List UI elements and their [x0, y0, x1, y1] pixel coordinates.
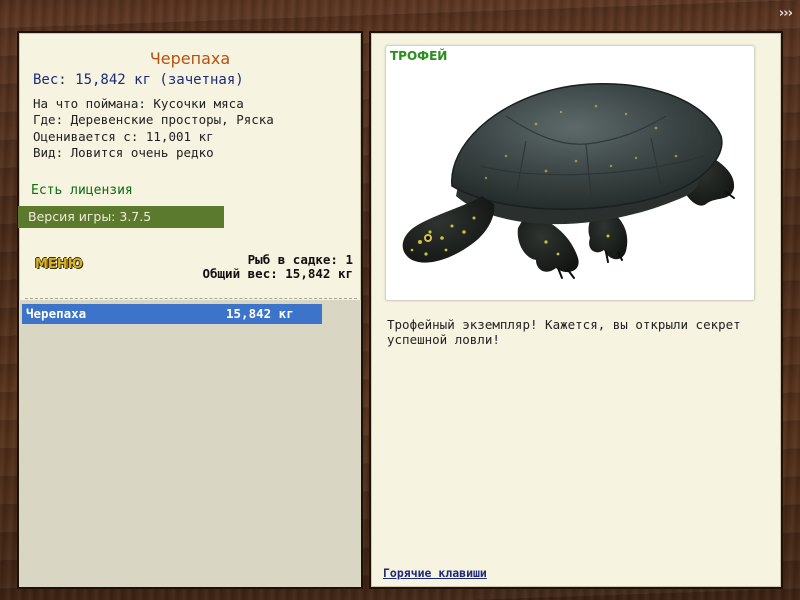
license-status: Есть лицензия: [31, 183, 133, 198]
version-bar: Версия игры: 3.7.5: [18, 206, 224, 228]
bait-info: На что поймана: Кусочки мяса: [33, 96, 244, 111]
menu-button[interactable]: МЕНЮ: [35, 257, 83, 272]
list-item-name: Черепаха: [26, 306, 87, 321]
rarity-info: Вид: Ловится очень редко: [33, 144, 214, 160]
min-weight-info: Оценивается с: 11,001 кг: [33, 128, 214, 144]
hotkeys-link[interactable]: Горячие клавиши: [383, 566, 487, 580]
turtle-image: [402, 83, 735, 279]
catch-info-panel: Черепаха Вес: 15,842 кг (зачетная) На чт…: [17, 31, 363, 589]
trophy-panel: ТРОФЕЙ Трофейный экземпляр! Кажется, вы …: [369, 31, 783, 589]
cage-list[interactable]: Черепаха 15,842 кг: [19, 300, 361, 587]
trophy-image-box: ТРОФЕЙ: [385, 45, 755, 301]
fish-title: Черепаха: [149, 49, 231, 68]
list-item-weight: 15,842 кг: [226, 306, 294, 321]
list-item[interactable]: Черепаха 15,842 кг: [22, 304, 322, 324]
location-info: Где: Деревенские просторы, Ряска: [33, 112, 274, 128]
cage-count: Рыб в садке: 1: [247, 252, 353, 267]
divider: [25, 298, 357, 299]
expand-arrows-icon[interactable]: ›››: [779, 6, 793, 21]
trophy-label: ТРОФЕЙ: [390, 49, 448, 63]
catch-details: На что поймана: Кусочки мяса Где: Дереве…: [33, 96, 274, 161]
fish-weight: Вес: 15,842 кг (зачетная): [33, 72, 244, 88]
trophy-description: Трофейный экземпляр! Кажется, вы открыли…: [387, 317, 741, 347]
cage-total-weight: Общий вес: 15,842 кг: [202, 266, 353, 281]
cage-stats: Рыб в садке: 1 Общий вес: 15,842 кг: [202, 253, 353, 281]
